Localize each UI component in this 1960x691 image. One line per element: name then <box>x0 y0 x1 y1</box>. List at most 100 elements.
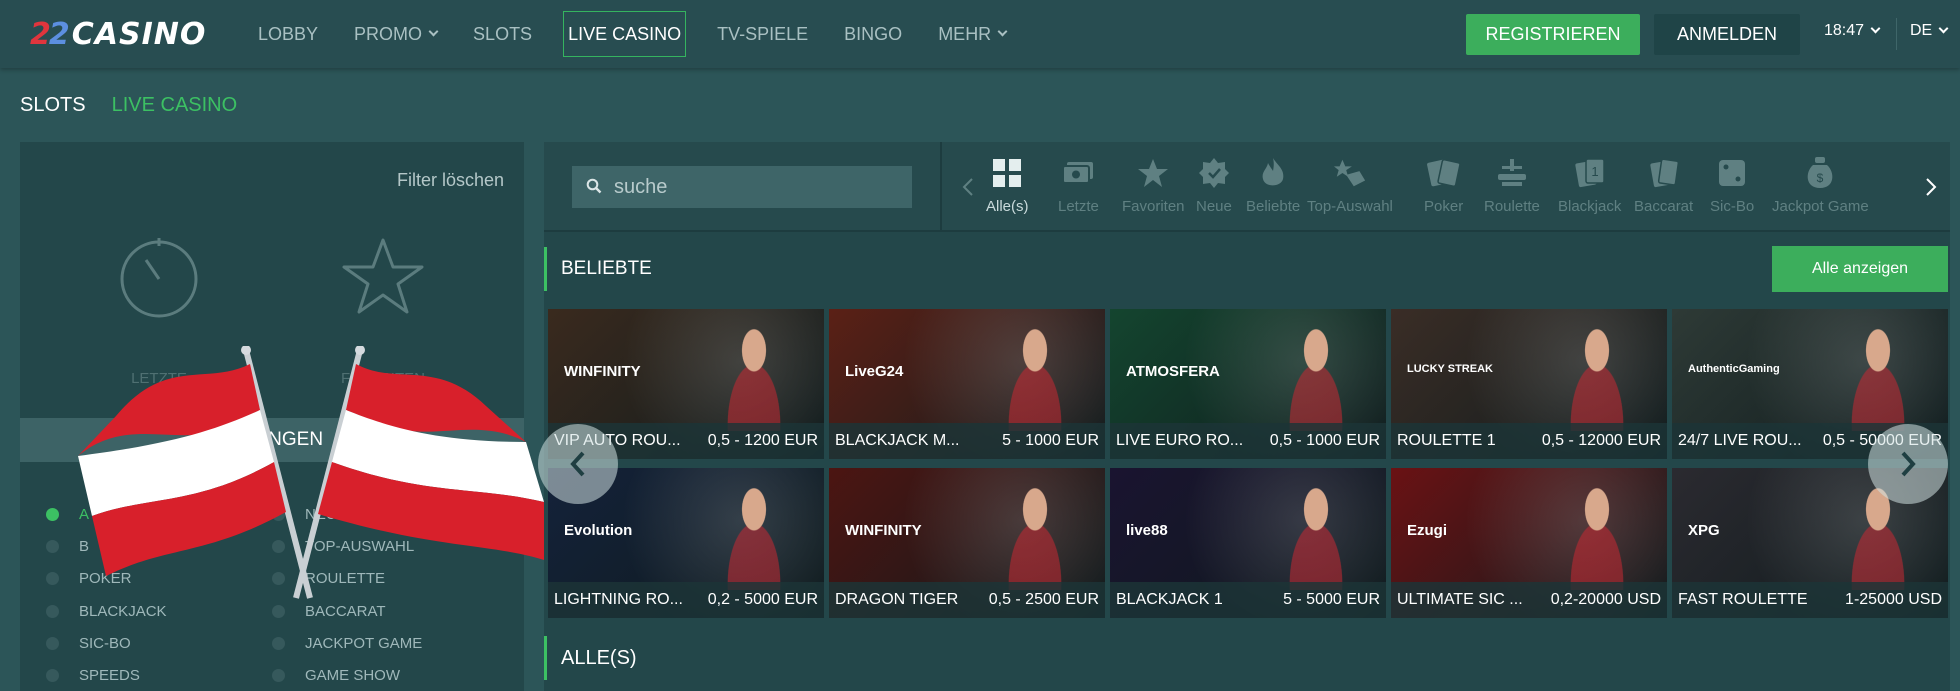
game-title: FAST ROULETTE <box>1678 591 1808 608</box>
strip-new[interactable]: Neue <box>1196 156 1232 215</box>
section-title-popular: BELIEBTE <box>544 247 652 291</box>
game-limits: 5 - 1000 EUR <box>1002 432 1099 449</box>
recent-icon <box>1062 162 1094 184</box>
strip-poker[interactable]: Poker <box>1424 156 1463 215</box>
strip-blackjack[interactable]: 1 Blackjack <box>1558 156 1621 215</box>
game-card[interactable]: WINFINITY DRAGON TIGER 0,5 - 2500 EUR <box>829 468 1105 618</box>
chevron-right-icon[interactable] <box>1918 174 1944 200</box>
strip-baccarat[interactable]: Baccarat <box>1634 156 1693 215</box>
svg-text:1: 1 <box>1591 164 1598 179</box>
login-button[interactable]: ANMELDEN <box>1654 14 1800 55</box>
game-title: 24/7 LIVE ROU... <box>1678 432 1802 449</box>
dealer-image <box>1270 319 1362 431</box>
carousel-prev-button[interactable] <box>538 424 618 504</box>
dealer-image <box>1551 319 1643 431</box>
provider-logo: WINFINITY <box>564 363 641 380</box>
dice-icon <box>1719 160 1746 186</box>
show-all-button[interactable]: Alle anzeigen <box>1772 246 1948 292</box>
provider-logo: XPG <box>1688 522 1720 539</box>
nav-live-casino[interactable]: LIVE CASINO <box>563 11 687 57</box>
chevron-left-icon[interactable] <box>956 174 982 200</box>
game-card[interactable]: live88 BLACKJACK 1 5 - 5000 EUR <box>1110 468 1386 618</box>
time-label: 18:47 <box>1824 22 1865 39</box>
game-card[interactable]: ATMOSFERA LIVE EURO RO... 0,5 - 1000 EUR <box>1110 309 1386 459</box>
radio-dot <box>46 637 59 650</box>
favorites-star-icon[interactable] <box>340 234 426 320</box>
strip-favorites[interactable]: Favoriten <box>1122 156 1185 215</box>
game-info-bar: BLACKJACK M... 5 - 1000 EUR <box>829 423 1105 459</box>
strip-sic-bo[interactable]: Sic-Bo <box>1710 156 1754 215</box>
category-speeds[interactable]: SPEEDS <box>46 667 140 684</box>
game-card[interactable]: LUCKY STREAK ROULETTE 1 0,5 - 12000 EUR <box>1391 309 1667 459</box>
dealer-image <box>1551 478 1643 590</box>
strip-jackpot-game[interactable]: $ Jackpot Game <box>1772 156 1869 215</box>
main-nav: LOBBY PROMO SLOTS LIVE CASINO TV-SPIELE … <box>240 10 1024 58</box>
sub-navigation: SLOTS LIVE CASINO <box>20 94 237 117</box>
radio-dot <box>46 605 59 618</box>
radio-dot <box>272 637 285 650</box>
provider-logo: WINFINITY <box>845 522 922 539</box>
game-limits: 0,2-20000 USD <box>1550 591 1661 608</box>
game-limits: 0,2 - 5000 EUR <box>707 591 818 608</box>
language-selector[interactable]: DE <box>1910 22 1949 40</box>
blackjack-icon: 1 <box>1575 158 1605 188</box>
provider-logo: Ezugi <box>1407 522 1447 539</box>
game-title: LIGHTNING RO... <box>554 591 683 608</box>
category-game-show[interactable]: GAME SHOW <box>272 667 400 684</box>
time-selector[interactable]: 18:47 <box>1824 22 1881 40</box>
register-button[interactable]: REGISTRIEREN <box>1466 14 1640 55</box>
game-limits: 0,5 - 1200 EUR <box>707 432 818 449</box>
chevron-down-icon <box>1870 23 1881 34</box>
search-input[interactable]: suche <box>572 166 912 208</box>
nav-tv-games[interactable]: TV-SPIELE <box>699 11 826 57</box>
chevron-down-icon <box>428 26 439 37</box>
nav-promo[interactable]: PROMO <box>336 11 455 57</box>
game-card[interactable]: Ezugi ULTIMATE SIC ... 0,2-20000 USD <box>1391 468 1667 618</box>
casino-logo[interactable]: 22 CASINO <box>30 14 206 54</box>
logo-word: CASINO <box>71 16 207 52</box>
star-icon <box>1138 159 1169 187</box>
provider-logo: AuthenticGaming <box>1688 363 1780 375</box>
game-info-bar: LIGHTNING RO... 0,2 - 5000 EUR <box>548 582 824 618</box>
strip-top-choice[interactable]: Top-Auswahl <box>1307 156 1393 215</box>
radio-dot <box>46 669 59 682</box>
search-placeholder: suche <box>614 175 668 198</box>
new-badge-icon <box>1198 158 1229 188</box>
provider-logo: ATMOSFERA <box>1126 363 1220 380</box>
subnav-slots[interactable]: SLOTS <box>20 94 86 117</box>
chevron-right-icon <box>1901 451 1916 477</box>
grid-icon <box>993 159 1022 187</box>
game-info-bar: LIVE EURO RO... 0,5 - 1000 EUR <box>1110 423 1386 459</box>
category-sic-bo[interactable]: SIC-BO <box>46 635 131 652</box>
game-card[interactable]: LiveG24 BLACKJACK M... 5 - 1000 EUR <box>829 309 1105 459</box>
game-limits: 1-25000 USD <box>1845 591 1942 608</box>
category-strip: Alle(s) Letzte Favoriten Neue Beliebte T… <box>954 142 1944 232</box>
divider <box>1896 18 1897 50</box>
dealer-image <box>708 478 800 590</box>
dealer-image <box>989 319 1081 431</box>
game-title: ULTIMATE SIC ... <box>1397 591 1523 608</box>
clear-filter-link[interactable]: Filter löschen <box>397 170 504 191</box>
logo-number: 22 <box>30 16 70 52</box>
radio-dot <box>272 605 285 618</box>
strip-popular[interactable]: Beliebte <box>1246 156 1300 215</box>
game-info-bar: DRAGON TIGER 0,5 - 2500 EUR <box>829 582 1105 618</box>
game-info-bar: ULTIMATE SIC ... 0,2-20000 USD <box>1391 582 1667 618</box>
nav-lobby[interactable]: LOBBY <box>240 11 336 57</box>
strip-roulette[interactable]: Roulette <box>1484 156 1540 215</box>
recent-icon[interactable] <box>116 234 202 320</box>
game-limits: 0,5 - 12000 EUR <box>1541 432 1661 449</box>
nav-bingo[interactable]: BINGO <box>826 11 920 57</box>
subnav-live-casino[interactable]: LIVE CASINO <box>112 94 238 117</box>
strip-recent[interactable]: Letzte <box>1058 156 1099 215</box>
nav-more[interactable]: MEHR <box>920 11 1024 57</box>
poker-icon <box>1426 159 1461 187</box>
category-jackpot-game[interactable]: JACKPOT GAME <box>272 635 422 652</box>
top-choice-icon <box>1333 159 1366 187</box>
strip-all[interactable]: Alle(s) <box>986 156 1029 215</box>
game-limits: 5 - 5000 EUR <box>1283 591 1380 608</box>
game-title: ROULETTE 1 <box>1397 432 1496 449</box>
language-label: DE <box>1910 22 1933 39</box>
nav-slots[interactable]: SLOTS <box>455 11 550 57</box>
carousel-next-button[interactable] <box>1868 424 1948 504</box>
